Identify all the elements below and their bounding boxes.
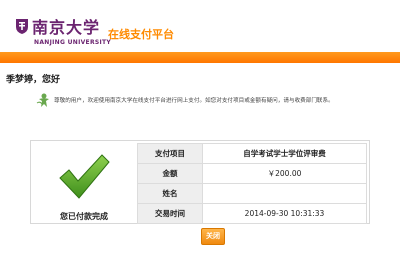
table-row: 交易时间 2014-09-30 10:31:33: [137, 203, 367, 224]
detail-value: 自学考试学士学位评审费: [202, 143, 367, 164]
payment-status-text: 您已付款完成: [60, 212, 108, 221]
detail-label: 支付项目: [137, 143, 203, 164]
university-logo[interactable]: 南京大学 NANJING UNIVERSITY: [14, 15, 112, 51]
welcome-text: 尊敬的用户，欢迎使用南京大学在线支付平台进行网上支付。如您对支付项目或金额有疑问…: [54, 98, 334, 104]
detail-label: 交易时间: [137, 203, 203, 224]
detail-value: ￥200.00: [202, 163, 367, 184]
header-accent-bar: [0, 52, 400, 63]
page-header: 南京大学 NANJING UNIVERSITY 在线支付平台: [0, 0, 400, 52]
logo-english-name: NANJING UNIVERSITY: [34, 39, 112, 46]
close-button[interactable]: 关闭: [201, 228, 225, 245]
detail-label: 姓名: [137, 183, 203, 204]
detail-value: 2014-09-30 10:31:33: [202, 203, 367, 224]
table-row: 姓名: [137, 183, 367, 204]
green-check-icon: [59, 154, 110, 199]
university-emblem-icon: [16, 19, 28, 34]
table-row: 金额 ￥200.00: [137, 163, 367, 184]
table-row: 支付项目 自学考试学士学位评审费: [137, 143, 367, 164]
detail-value: [202, 183, 367, 204]
logo-chinese-name: 南京大学: [32, 18, 101, 37]
payment-status-panel: 您已付款完成: [32, 142, 136, 222]
payment-details-table: 支付项目 自学考试学士学位评审费 金额 ￥200.00 姓名 交易时间 2014…: [137, 143, 367, 224]
welcome-message: 尊敬的用户，欢迎使用南京大学在线支付平台进行网上支付。如您对支付项目或金额有疑问…: [0, 86, 400, 130]
platform-title: 在线支付平台: [108, 28, 174, 41]
detail-label: 金额: [137, 163, 203, 184]
payment-result-card: 您已付款完成 支付项目 自学考试学士学位评审费 金额 ￥200.00 姓名 交易…: [30, 140, 370, 224]
user-greeting: 季梦婷，您好: [6, 75, 61, 85]
